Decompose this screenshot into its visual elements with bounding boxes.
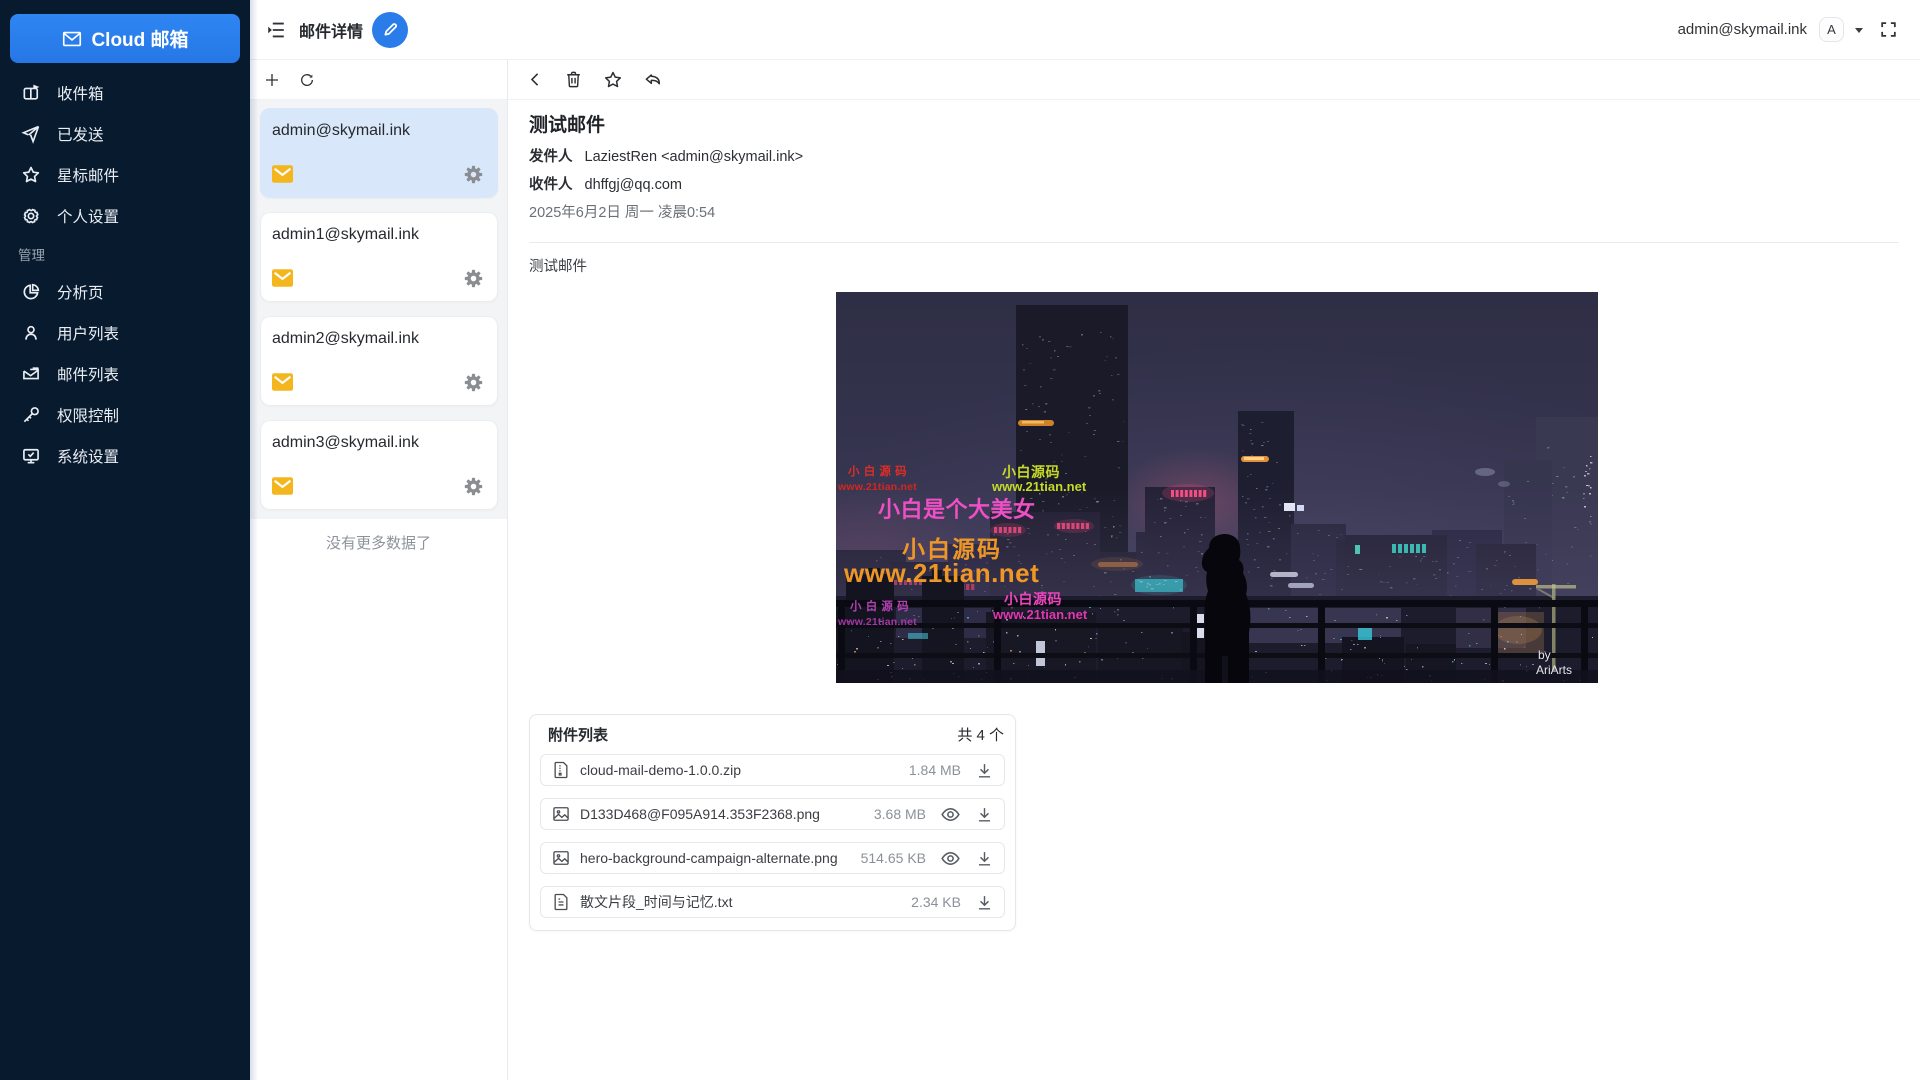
svg-text:小 白 源 码: 小 白 源 码 — [847, 464, 907, 478]
svg-text:AriArts: AriArts — [1536, 663, 1572, 677]
svg-text:www.21tian.net: www.21tian.net — [991, 479, 1087, 494]
svg-text:www.21tian.net: www.21tian.net — [837, 481, 917, 493]
svg-text:小白源码: 小白源码 — [1004, 591, 1062, 607]
svg-text:by: by — [1538, 648, 1551, 662]
svg-text:小白源码: 小白源码 — [1002, 464, 1060, 480]
svg-text:www.21tian.net: www.21tian.net — [992, 607, 1088, 622]
svg-text:小 白 源 码: 小 白 源 码 — [849, 599, 909, 613]
svg-text:www.21tian.net: www.21tian.net — [837, 616, 917, 628]
svg-text:www.21tian.net: www.21tian.net — [843, 558, 1039, 588]
svg-text:小白是个大美女: 小白是个大美女 — [878, 497, 1036, 522]
